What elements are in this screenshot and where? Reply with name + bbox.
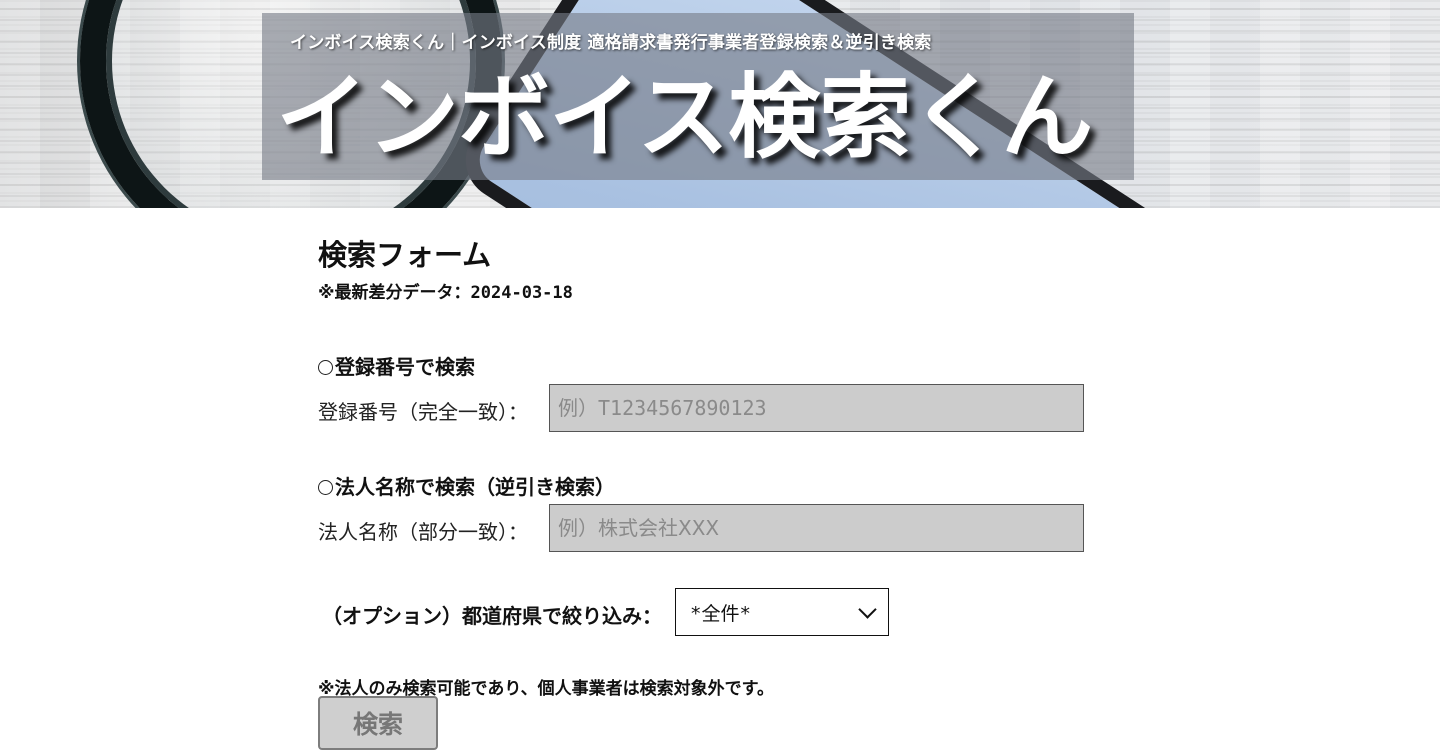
section-by-name-heading: 法人名称で検索（逆引き検索） <box>335 475 615 499</box>
latest-data-date: ※最新差分データ：2024-03-18 <box>318 278 573 303</box>
section-by-number-heading: 登録番号で検索 <box>335 355 475 379</box>
name-field-label: 法人名称（部分一致）： <box>318 520 528 544</box>
company-name-input[interactable] <box>549 504 1084 552</box>
section-by-number: 登録番号で検索 <box>318 351 475 380</box>
registration-number-input[interactable] <box>549 384 1084 432</box>
number-field-label: 登録番号（完全一致）： <box>318 400 528 424</box>
form-title: 検索フォーム <box>318 238 492 272</box>
section-by-name: 法人名称で検索（逆引き検索） <box>318 471 615 500</box>
header-banner: インボイス検索くん｜インボイス制度 適格請求書発行事業者登録検索＆逆引き検索 イ… <box>0 0 1440 208</box>
prefecture-filter-label: （オプション）都道府県で絞り込み： <box>322 604 662 628</box>
site-title[interactable]: インボイス検索くん <box>276 63 1093 173</box>
radio-circle-icon <box>318 480 333 495</box>
latest-data-label: ※最新差分データ： <box>318 283 471 303</box>
search-button[interactable]: 検索 <box>318 696 438 750</box>
site-subtitle: インボイス検索くん｜インボイス制度 適格請求書発行事業者登録検索＆逆引き検索 <box>290 33 932 53</box>
title-box: インボイス検索くん｜インボイス制度 適格請求書発行事業者登録検索＆逆引き検索 イ… <box>262 13 1134 180</box>
chevron-down-icon <box>858 599 877 619</box>
latest-data-value: 2024-03-18 <box>470 283 573 303</box>
radio-circle-icon <box>318 360 333 375</box>
prefecture-selected-value: *全件* <box>690 602 751 625</box>
prefecture-select[interactable]: *全件* <box>675 588 889 636</box>
